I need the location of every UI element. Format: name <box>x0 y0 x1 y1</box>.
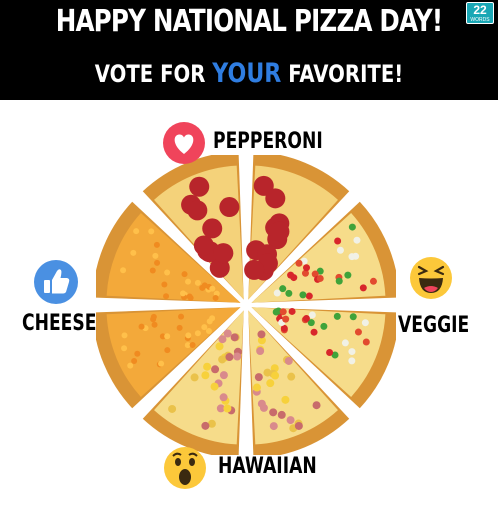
page-subtitle: VOTE FOR YOUR FAVORITE! <box>45 58 453 89</box>
option-label-hawaiian: HAWAIIAN <box>218 454 317 479</box>
option-label-veggie: VEGGIE <box>398 313 470 338</box>
page-title: HAPPY NATIONAL PIZZA DAY! <box>55 4 443 39</box>
subtitle-highlight: YOUR <box>212 58 282 89</box>
subtitle-before: VOTE FOR <box>94 60 206 88</box>
header-banner: HAPPY NATIONAL PIZZA DAY! VOTE FOR YOUR … <box>0 0 498 100</box>
brand-logo: 22 WORDS <box>466 2 494 24</box>
subtitle-after: FAVORITE! <box>288 60 404 88</box>
pizza-image <box>96 155 396 455</box>
logo-subtext: WORDS <box>470 17 490 23</box>
like-reaction-icon[interactable] <box>33 259 79 305</box>
haha-reaction-icon[interactable] <box>409 256 453 300</box>
wow-reaction-icon[interactable] <box>163 446 207 490</box>
option-label-cheese: CHEESE <box>22 311 97 336</box>
option-label-pepperoni: PEPPERONI <box>213 129 323 154</box>
logo-number: 22 <box>473 3 487 17</box>
heart-reaction-icon[interactable] <box>162 121 206 165</box>
